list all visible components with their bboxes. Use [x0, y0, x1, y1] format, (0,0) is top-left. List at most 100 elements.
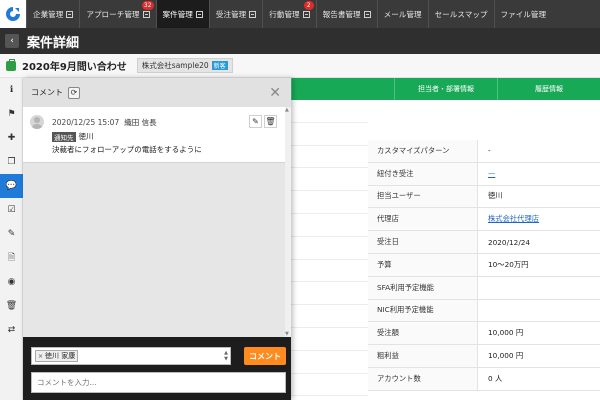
- refresh-button[interactable]: ⟳: [68, 86, 80, 99]
- row-label: 受注日: [368, 231, 478, 253]
- notify-recipient: 徳川: [78, 132, 94, 141]
- clip-icon: ✎: [7, 229, 16, 239]
- back-button[interactable]: ‹: [5, 34, 19, 48]
- rail-button[interactable]: ✚: [0, 126, 23, 150]
- recipient-input[interactable]: × 徳川 家康 ▲ ▼: [31, 347, 231, 365]
- row-link[interactable]: —: [478, 169, 495, 178]
- rail-button[interactable]: ⇄: [0, 318, 23, 342]
- tab-menu-icon: [195, 10, 203, 18]
- table-row: 代理店 株式会社代理店: [368, 208, 600, 232]
- section-tab-empty[interactable]: [291, 78, 394, 100]
- close-icon[interactable]: ✕: [269, 85, 281, 101]
- tab-menu-icon: [249, 10, 257, 18]
- tab-approach[interactable]: アプローチ管理 32: [79, 0, 155, 28]
- row-value: 徳川: [488, 191, 503, 201]
- comment-meta: 2020/12/25 15:07 織田 信長: [52, 117, 157, 128]
- table-row: 担当ユーザー 徳川: [368, 185, 600, 209]
- row-label: NIC利用予定機能: [368, 299, 478, 322]
- edit-button[interactable]: ✎: [249, 115, 262, 128]
- tab-sales-map[interactable]: セールスマップ: [427, 0, 494, 28]
- trash-icon: 🗑: [265, 117, 276, 126]
- submit-comment-button[interactable]: コメント: [244, 347, 286, 365]
- pencil-icon: ✎: [252, 117, 259, 126]
- row-link[interactable]: 株式会社代理店: [478, 214, 539, 224]
- comment-list: 2020/12/25 15:07 織田 信長 通知先 徳川 決裁者にフォローアップ…: [23, 107, 285, 337]
- row-label: カスタマイズパターン: [368, 140, 478, 162]
- trash-icon: 🗑: [5, 301, 18, 311]
- table-row: 紐付き受注 —: [368, 162, 600, 186]
- comment-compose: × 徳川 家康 ▲ ▼ コメント: [23, 337, 291, 400]
- rail-button[interactable]: ❐: [0, 150, 23, 174]
- rail-button[interactable]: ☑: [0, 198, 23, 222]
- spinner-arrows-icon[interactable]: ▲ ▼: [224, 350, 228, 362]
- table-row: 予算 10〜20万円: [368, 253, 600, 277]
- refresh-icon: ⟳: [70, 88, 78, 97]
- comment-body: 決裁者にフォローアップの電話をするように: [52, 145, 202, 154]
- case-title: 2020年9月問い合わせ: [22, 62, 127, 73]
- rail-button[interactable]: 💬: [0, 174, 23, 198]
- comment-date: 2020/12/25 15:07: [52, 118, 120, 127]
- comment-author: 織田 信長: [124, 118, 157, 127]
- tab-case[interactable]: 案件管理: [155, 0, 209, 28]
- tab-order[interactable]: 受注管理: [208, 0, 262, 28]
- table-row: アカウント数 0 人: [368, 367, 600, 391]
- copy-icon: ❐: [7, 157, 16, 167]
- new-customer-badge: 新客: [211, 61, 228, 70]
- notification-badge: 32: [141, 1, 154, 10]
- tab-menu-icon: [302, 10, 310, 18]
- flag-icon: ⚑: [7, 109, 16, 119]
- page-title: 案件詳細: [27, 35, 80, 51]
- notification-badge: 2: [303, 1, 314, 10]
- row-label: 粗利益: [368, 345, 478, 367]
- row-label: 担当ユーザー: [368, 185, 478, 208]
- tab-company[interactable]: 企業管理: [26, 0, 79, 28]
- section-tab-history[interactable]: 履歴情報: [497, 78, 600, 100]
- comment-panel: コメント ⟳ ✕ 2020/12/25 15:07 織田 信長 通知先 徳川 決裁…: [23, 78, 291, 400]
- tab-report[interactable]: 報告書管理: [315, 0, 377, 28]
- comment-item: 2020/12/25 15:07 織田 信長 通知先 徳川 決裁者にフォローアップ…: [23, 107, 285, 163]
- comment-recipient: 通知先 徳川: [52, 131, 94, 142]
- company-tag[interactable]: 株式会社sample20 新客: [136, 58, 233, 73]
- comment-scrollbar[interactable]: [285, 107, 291, 337]
- rail-button[interactable]: ⚑: [0, 102, 23, 126]
- row-label: 予算: [368, 253, 478, 276]
- rail-button[interactable]: ✎: [0, 222, 23, 246]
- row-label: 代理店: [368, 208, 478, 231]
- rail-button[interactable]: 🗎: [0, 246, 23, 270]
- table-row: 粗利益 10,000 円: [368, 345, 600, 368]
- side-icon-rail: ℹ ⚑ ✚ ❐ 💬 ☑ ✎ 🗎 ◉ 🗑 ⇄: [0, 78, 23, 400]
- notify-label: 通知先: [52, 131, 76, 142]
- rail-button[interactable]: ◉: [0, 270, 23, 294]
- comment-input[interactable]: [31, 372, 286, 393]
- section-tab-contacts[interactable]: 担当者・部署情報: [394, 78, 497, 100]
- row-label: 受注額: [368, 322, 478, 345]
- info-icon: ℹ: [9, 85, 14, 95]
- document-icon: 🗎: [7, 253, 16, 263]
- tab-file[interactable]: ファイル管理: [493, 0, 553, 28]
- avatar: [30, 115, 44, 129]
- table-row: SFA利用予定機能: [368, 276, 600, 300]
- tab-mail[interactable]: メール管理: [376, 0, 428, 28]
- row-value: 0 人: [488, 373, 503, 383]
- table-row: 受注額 10,000 円: [368, 322, 600, 346]
- row-value: -: [488, 146, 491, 156]
- swap-icon: ⇄: [7, 325, 16, 335]
- tab-menu-icon: [66, 10, 74, 18]
- rail-button[interactable]: ℹ: [0, 78, 23, 102]
- case-header: 2020年9月問い合わせ 株式会社sample20 新客: [0, 54, 600, 78]
- app-logo[interactable]: [0, 0, 26, 28]
- eye-icon: ◉: [7, 277, 16, 287]
- tab-menu-icon: [363, 10, 371, 18]
- delete-button[interactable]: 🗑: [264, 115, 277, 128]
- remove-chip-icon[interactable]: ×: [38, 353, 43, 360]
- row-value: 10,000 円: [488, 328, 524, 338]
- section-header-bar: 担当者・部署情報 履歴情報: [291, 78, 600, 100]
- chat-icon: 💬: [5, 181, 18, 191]
- rail-button[interactable]: 🗑: [0, 294, 23, 318]
- briefcase-icon: [6, 58, 16, 71]
- row-label: 紐付き受注: [368, 162, 478, 185]
- tab-activity[interactable]: 行動管理 2: [262, 0, 315, 28]
- recipient-chip[interactable]: × 徳川 家康: [35, 350, 79, 362]
- tab-menu-icon: [142, 10, 150, 18]
- comment-panel-header: コメント ⟳ ✕: [23, 78, 291, 107]
